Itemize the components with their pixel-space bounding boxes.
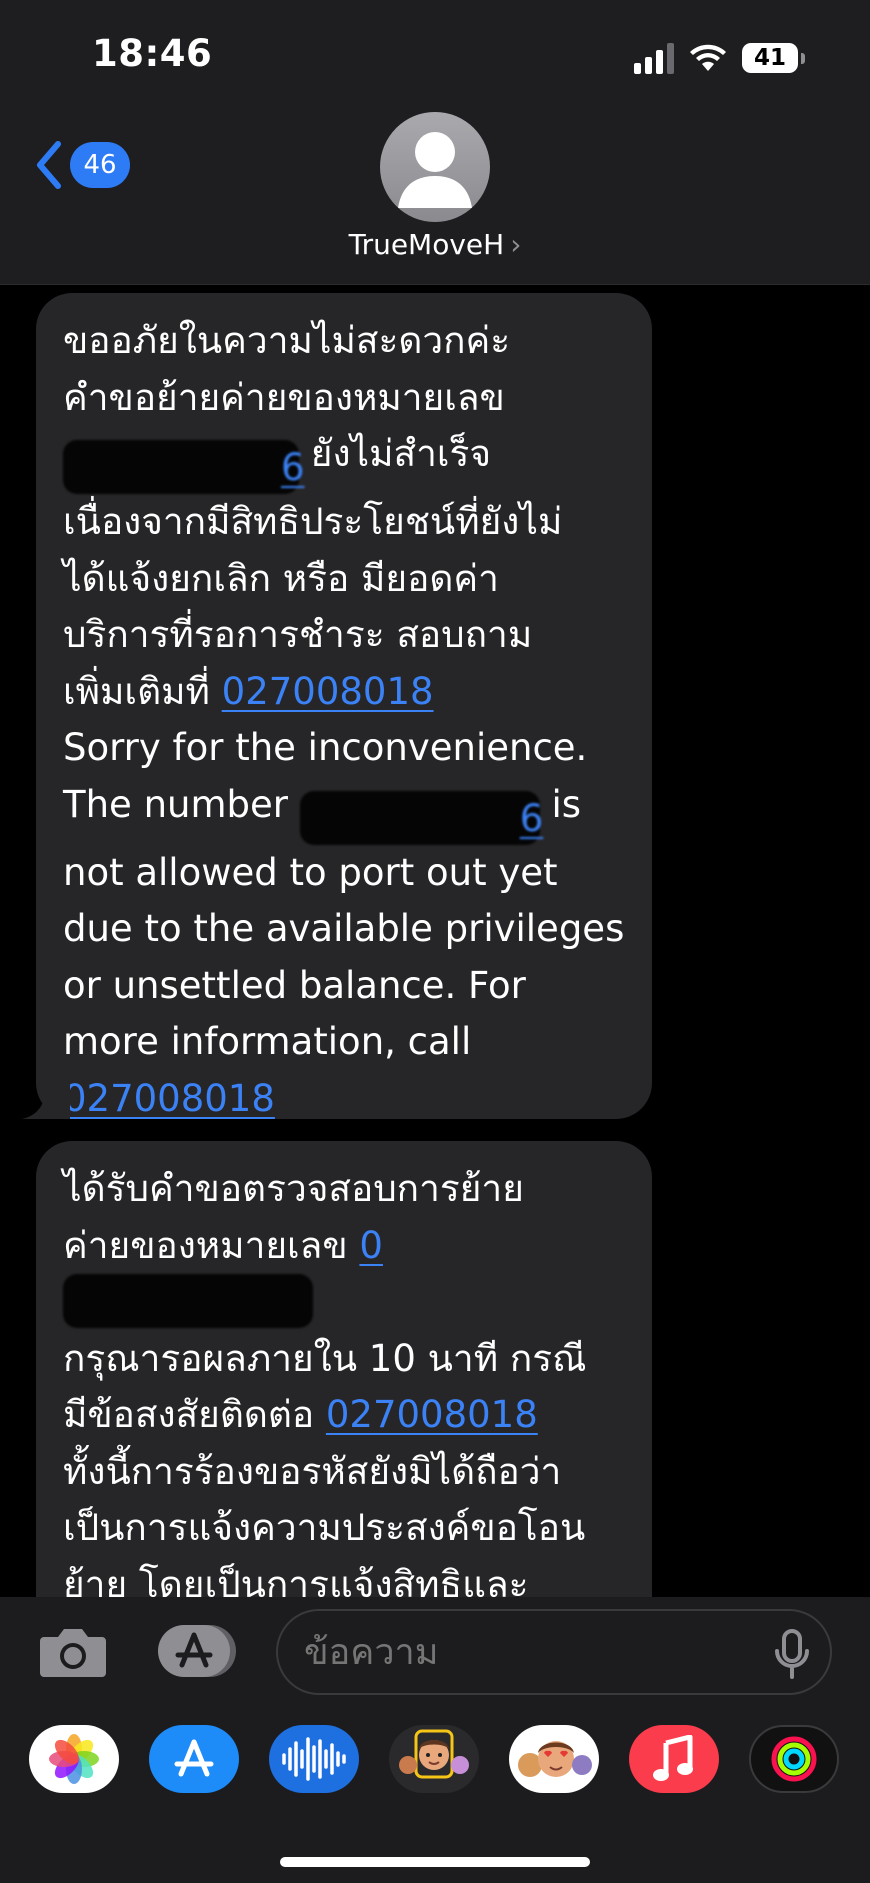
microphone-icon[interactable] — [774, 1629, 810, 1679]
compose-bar — [0, 1597, 870, 1707]
redacted-number: 6 — [63, 440, 305, 494]
message-text: ทั้งนี้การร้องขอรหัสยังมิได้ถือว่า เป็นก… — [63, 1449, 586, 1598]
phone-link[interactable]: 027008018 — [222, 670, 434, 713]
animoji-icon[interactable] — [509, 1725, 599, 1793]
audio-message-icon[interactable] — [269, 1725, 359, 1793]
battery-level: 41 — [753, 45, 786, 71]
message-thread[interactable]: ขออภัยในความไม่สะดวกค่ะ คำขอย้ายค่ายของห… — [0, 285, 870, 1597]
status-time: 18:46 — [92, 32, 213, 75]
battery-icon: 41 — [742, 43, 805, 73]
unread-count-badge: 46 — [70, 142, 130, 188]
app-store-icon[interactable] — [149, 1725, 239, 1793]
message-bubble[interactable]: ขออภัยในความไม่สะดวกค่ะ คำขอย้ายค่ายของห… — [36, 293, 652, 1120]
redacted-number: 6 — [299, 790, 543, 845]
redacted-number: 0 — [359, 1223, 383, 1267]
chevron-right-icon: › — [510, 228, 522, 261]
message-input[interactable] — [276, 1609, 832, 1695]
contact-avatar[interactable] — [380, 112, 490, 222]
redaction-mark — [63, 1274, 313, 1328]
app-store-apps-icon[interactable] — [156, 1621, 236, 1681]
message-text: ขออภัยในความไม่สะดวกค่ะ คำขอย้ายค่ายของห… — [63, 319, 511, 419]
home-indicator[interactable] — [280, 1857, 590, 1867]
imessage-app-drawer — [0, 1707, 870, 1883]
fitness-activity-icon[interactable] — [749, 1725, 839, 1793]
phone-link[interactable]: 027008018 — [326, 1393, 538, 1436]
wifi-icon — [690, 44, 726, 71]
person-icon — [398, 132, 472, 208]
chevron-left-icon — [37, 141, 61, 189]
music-icon[interactable] — [629, 1725, 719, 1793]
memoji-stickers-icon[interactable] — [389, 1725, 479, 1793]
back-button[interactable]: 46 — [34, 140, 130, 190]
contact-name-button[interactable]: TrueMoveH › — [0, 228, 870, 261]
message-text: ได้รับคำขอตรวจสอบการย้าย ค่ายของหมายเลข — [63, 1167, 524, 1267]
conversation-header: 18:46 41 46 TrueMoveH › — [0, 0, 870, 285]
message-bubble[interactable]: ได้รับคำขอตรวจสอบการย้าย ค่ายของหมายเลข … — [36, 1141, 652, 1597]
cellular-signal-icon — [634, 42, 674, 74]
contact-name: TrueMoveH — [348, 228, 505, 261]
phone-link[interactable]: 027008018 — [63, 1077, 275, 1120]
camera-icon[interactable] — [38, 1625, 108, 1679]
status-indicators: 41 — [634, 38, 805, 78]
photos-icon[interactable] — [29, 1725, 119, 1793]
bubble-tail — [22, 1075, 70, 1119]
